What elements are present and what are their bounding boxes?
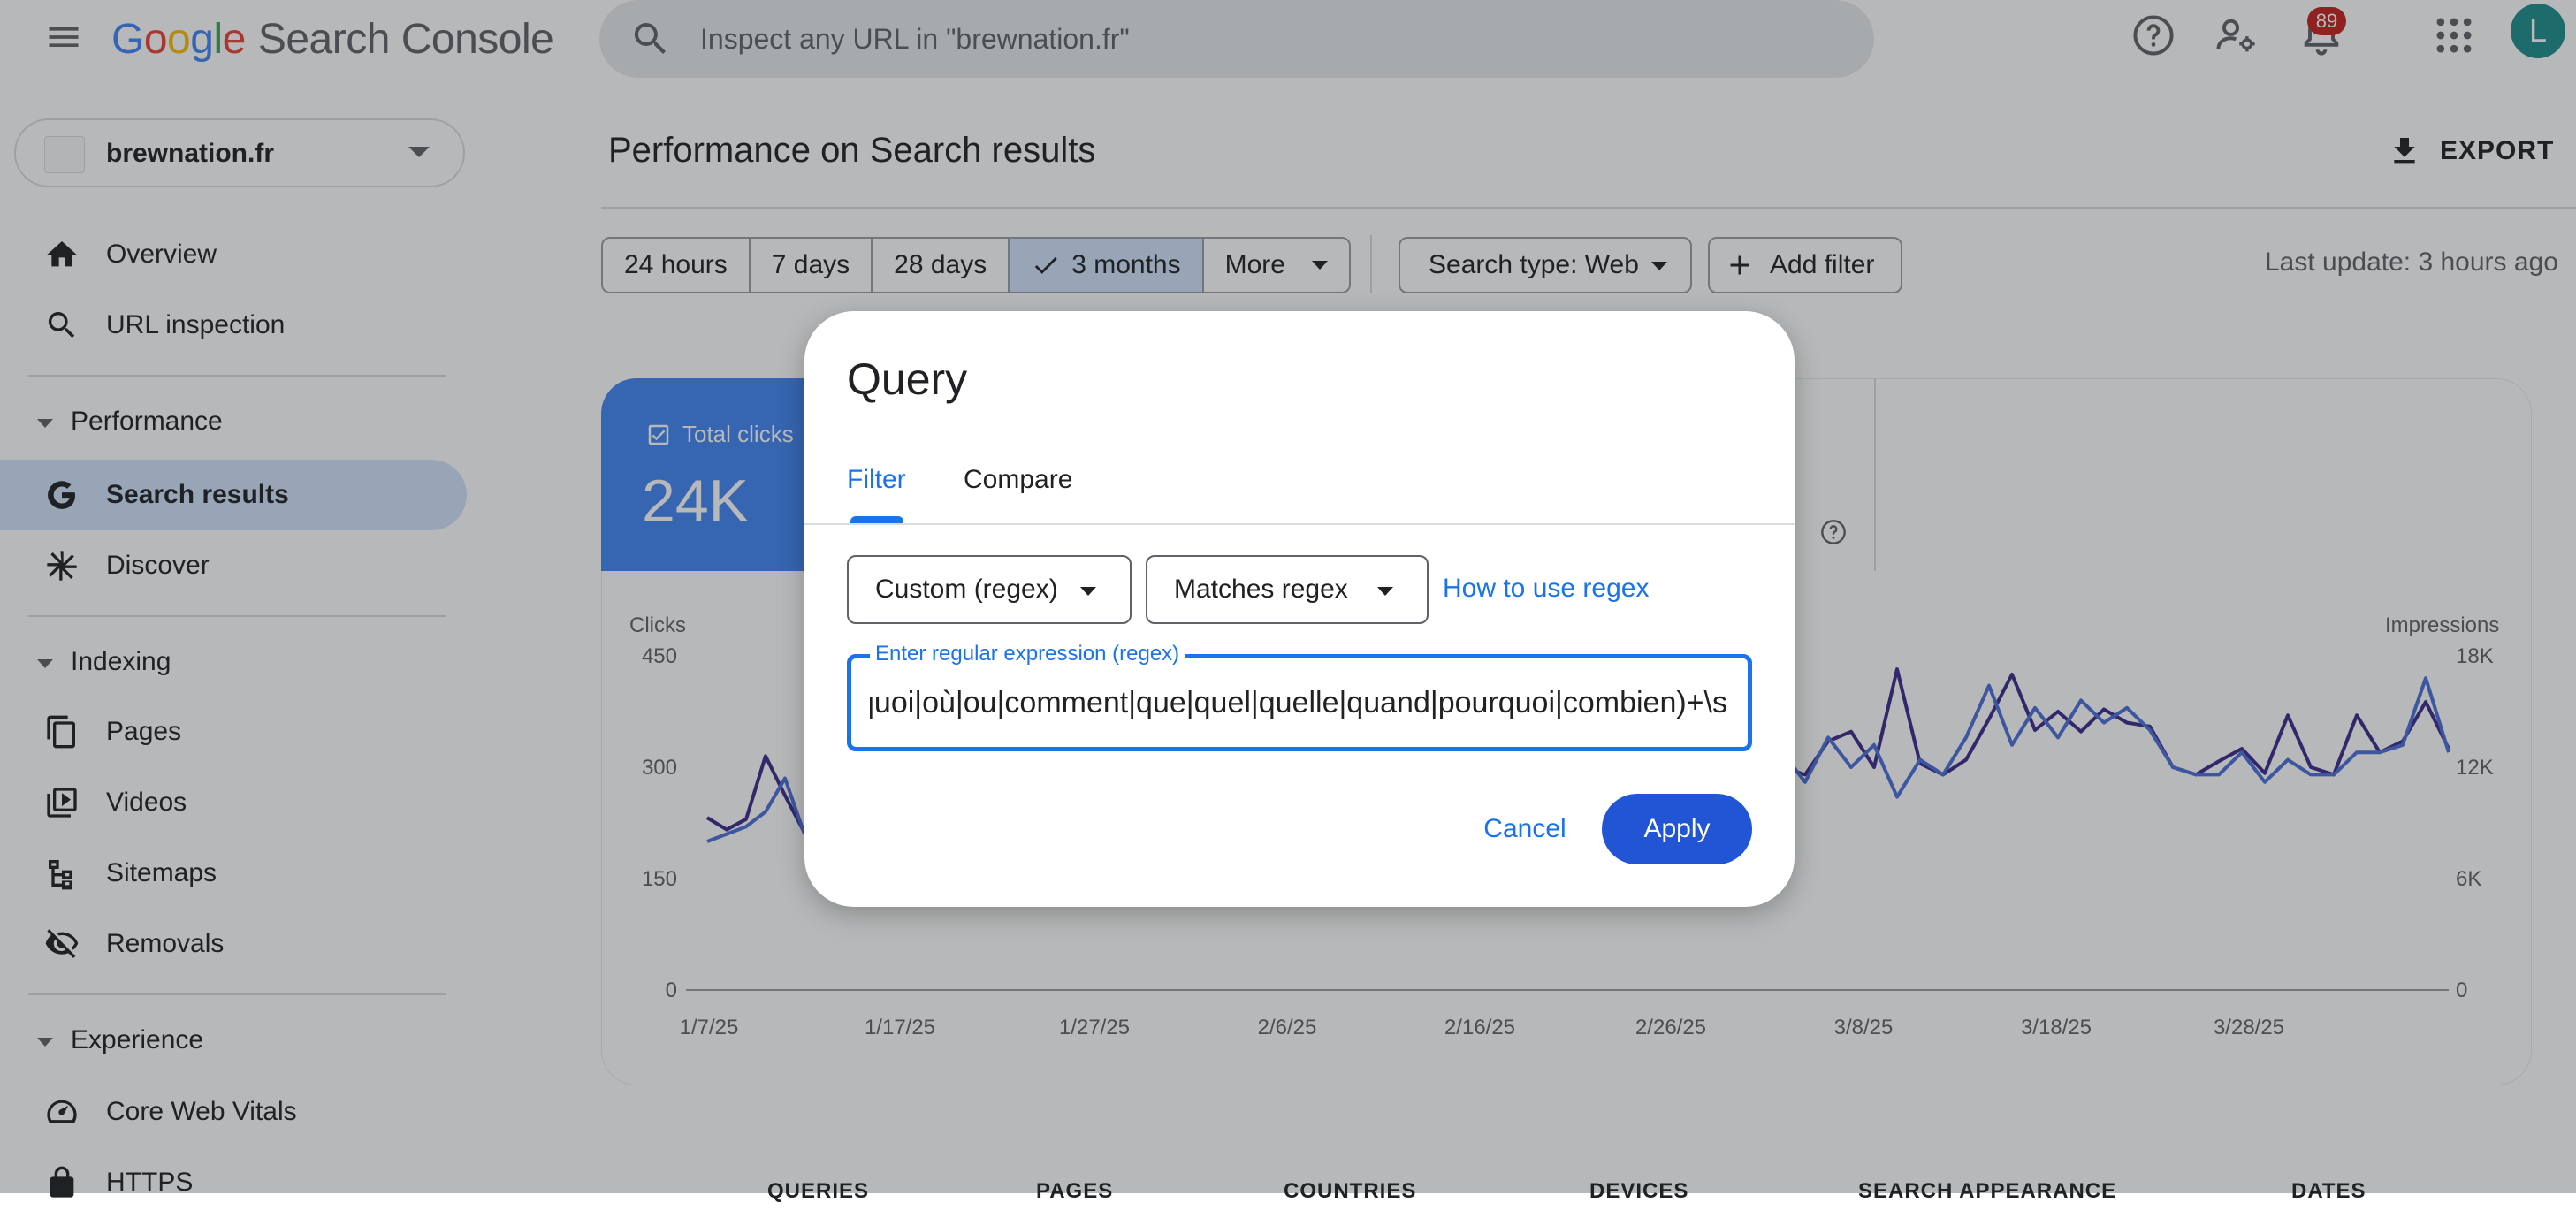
tab-compare[interactable]: Compare [964, 465, 1072, 495]
regex-input-label: Enter regular expression (regex) [870, 642, 1185, 666]
dialog-divider [804, 523, 1795, 525]
caret-down-icon [1080, 587, 1096, 596]
cancel-button[interactable]: Cancel [1467, 794, 1582, 864]
how-to-use-regex-link[interactable]: How to use regex [1443, 571, 1649, 606]
dialog-title: Query [847, 354, 968, 404]
match-type-select[interactable]: Matches regex [1146, 555, 1429, 624]
tab-filter[interactable]: Filter [847, 465, 906, 495]
apply-button[interactable]: Apply [1602, 794, 1752, 864]
regex-input-value[interactable]: ^(qui|quoi|où|ou|comment|que|quel|quelle… [870, 681, 1727, 725]
caret-down-icon [1377, 587, 1393, 596]
active-tab-indicator [850, 516, 903, 523]
filter-type-select[interactable]: Custom (regex) [847, 555, 1132, 624]
